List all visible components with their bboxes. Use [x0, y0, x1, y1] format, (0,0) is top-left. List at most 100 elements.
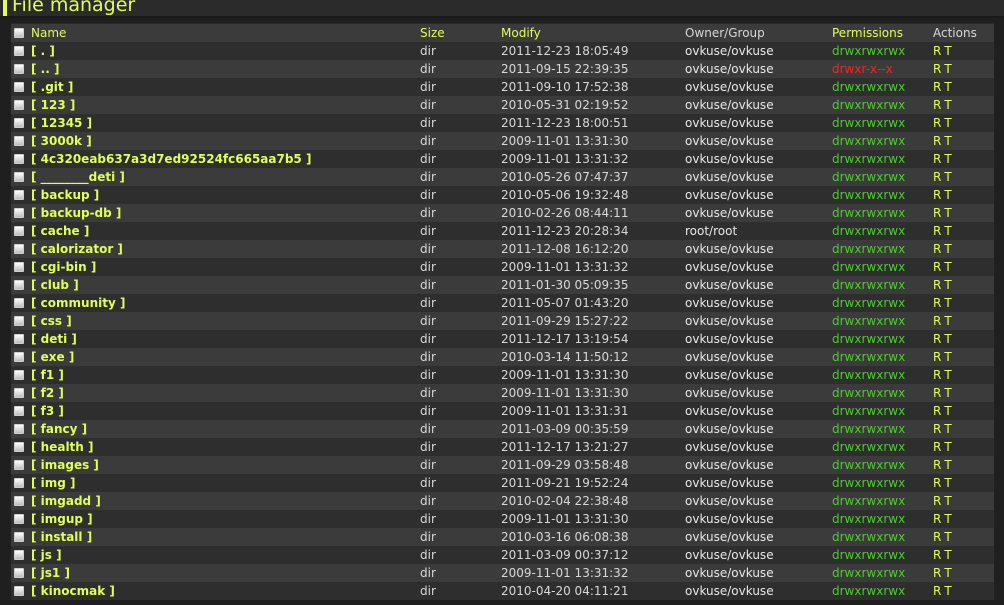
rename-action-link[interactable]: R [933, 224, 941, 238]
touch-action-link[interactable]: T [944, 368, 951, 382]
folder-name-link[interactable]: [ 12345 ] [31, 116, 92, 130]
column-header-modify[interactable]: Modify [501, 24, 681, 42]
row-checkbox-icon[interactable] [14, 460, 24, 470]
permissions-link[interactable]: drwxrwxrwx [832, 98, 905, 112]
rename-action-link[interactable]: R [933, 296, 941, 310]
touch-action-link[interactable]: T [944, 458, 951, 472]
permissions-link[interactable]: drwxrwxrwx [832, 332, 905, 346]
rename-action-link[interactable]: R [933, 476, 941, 490]
permissions-link[interactable]: drwxrwxrwx [832, 80, 905, 94]
row-checkbox-icon[interactable] [14, 64, 24, 74]
touch-action-link[interactable]: T [944, 80, 951, 94]
touch-action-link[interactable]: T [944, 296, 951, 310]
folder-name-link[interactable]: [ f1 ] [31, 368, 64, 382]
rename-action-link[interactable]: R [933, 404, 941, 418]
row-checkbox-icon[interactable] [14, 568, 24, 578]
folder-name-link[interactable]: [ backup ] [31, 188, 99, 202]
permissions-link[interactable]: drwxrwxrwx [832, 404, 905, 418]
folder-name-link[interactable]: [ . ] [31, 44, 55, 58]
touch-action-link[interactable]: T [944, 44, 951, 58]
folder-name-link[interactable]: [ .git ] [31, 80, 73, 94]
row-checkbox-icon[interactable] [14, 478, 24, 488]
rename-action-link[interactable]: R [933, 512, 941, 526]
rename-action-link[interactable]: R [933, 566, 941, 580]
rename-action-link[interactable]: R [933, 278, 941, 292]
folder-name-link[interactable]: [ css ] [31, 314, 72, 328]
row-checkbox-icon[interactable] [14, 154, 24, 164]
permissions-link[interactable]: drwxrwxrwx [832, 350, 905, 364]
rename-action-link[interactable]: R [933, 188, 941, 202]
touch-action-link[interactable]: T [944, 314, 951, 328]
folder-name-link[interactable]: [ f2 ] [31, 386, 64, 400]
folder-name-link[interactable]: [ ________deti ] [31, 170, 125, 184]
folder-name-link[interactable]: [ js1 ] [31, 566, 70, 580]
row-checkbox-icon[interactable] [14, 514, 24, 524]
touch-action-link[interactable]: T [944, 278, 951, 292]
folder-name-link[interactable]: [ fancy ] [31, 422, 87, 436]
permissions-link[interactable]: drwxrwxrwx [832, 584, 905, 598]
touch-action-link[interactable]: T [944, 242, 951, 256]
folder-name-link[interactable]: [ exe ] [31, 350, 74, 364]
touch-action-link[interactable]: T [944, 404, 951, 418]
rename-action-link[interactable]: R [933, 584, 941, 598]
permissions-link[interactable]: drwxrwxrwx [832, 566, 905, 580]
folder-name-link[interactable]: [ .. ] [31, 62, 59, 76]
rename-action-link[interactable]: R [933, 422, 941, 436]
touch-action-link[interactable]: T [944, 386, 951, 400]
folder-name-link[interactable]: [ 3000k ] [31, 134, 92, 148]
touch-action-link[interactable]: T [944, 62, 951, 76]
folder-name-link[interactable]: [ cache ] [31, 224, 89, 238]
touch-action-link[interactable]: T [944, 566, 951, 580]
touch-action-link[interactable]: T [944, 116, 951, 130]
rename-action-link[interactable]: R [933, 44, 941, 58]
folder-name-link[interactable]: [ community ] [31, 296, 125, 310]
permissions-link[interactable]: drwxrwxrwx [832, 476, 905, 490]
rename-action-link[interactable]: R [933, 116, 941, 130]
rename-action-link[interactable]: R [933, 260, 941, 274]
row-checkbox-icon[interactable] [14, 82, 24, 92]
rename-action-link[interactable]: R [933, 80, 941, 94]
touch-action-link[interactable]: T [944, 422, 951, 436]
touch-action-link[interactable]: T [944, 170, 951, 184]
touch-action-link[interactable]: T [944, 548, 951, 562]
permissions-link[interactable]: drwxrwxrwx [832, 494, 905, 508]
touch-action-link[interactable]: T [944, 134, 951, 148]
row-checkbox-icon[interactable] [14, 118, 24, 128]
rename-action-link[interactable]: R [933, 350, 941, 364]
touch-action-link[interactable]: T [944, 152, 951, 166]
row-checkbox-icon[interactable] [14, 100, 24, 110]
permissions-link[interactable]: drwxr-x--x [832, 62, 893, 76]
rename-action-link[interactable]: R [933, 548, 941, 562]
row-checkbox-icon[interactable] [14, 406, 24, 416]
permissions-link[interactable]: drwxrwxrwx [832, 386, 905, 400]
permissions-link[interactable]: drwxrwxrwx [832, 422, 905, 436]
permissions-link[interactable]: drwxrwxrwx [832, 116, 905, 130]
row-checkbox-icon[interactable] [14, 586, 24, 596]
folder-name-link[interactable]: [ img ] [31, 476, 76, 490]
permissions-link[interactable]: drwxrwxrwx [832, 278, 905, 292]
permissions-link[interactable]: drwxrwxrwx [832, 224, 905, 238]
folder-name-link[interactable]: [ deti ] [31, 332, 77, 346]
touch-action-link[interactable]: T [944, 530, 951, 544]
permissions-link[interactable]: drwxrwxrwx [832, 530, 905, 544]
row-checkbox-icon[interactable] [14, 280, 24, 290]
row-checkbox-icon[interactable] [14, 352, 24, 362]
row-checkbox-icon[interactable] [14, 298, 24, 308]
permissions-link[interactable]: drwxrwxrwx [832, 260, 905, 274]
permissions-link[interactable]: drwxrwxrwx [832, 152, 905, 166]
row-checkbox-icon[interactable] [14, 388, 24, 398]
row-checkbox-icon[interactable] [14, 550, 24, 560]
permissions-link[interactable]: drwxrwxrwx [832, 188, 905, 202]
folder-name-link[interactable]: [ 123 ] [31, 98, 75, 112]
folder-name-link[interactable]: [ kinocmak ] [31, 584, 115, 598]
folder-name-link[interactable]: [ 4c320eab637a3d7ed92524fc665aa7b5 ] [31, 152, 311, 166]
folder-name-link[interactable]: [ f3 ] [31, 404, 64, 418]
folder-name-link[interactable]: [ install ] [31, 530, 92, 544]
row-checkbox-icon[interactable] [14, 208, 24, 218]
folder-name-link[interactable]: [ cgi-bin ] [31, 260, 96, 274]
row-checkbox-icon[interactable] [14, 370, 24, 380]
row-checkbox-icon[interactable] [14, 172, 24, 182]
touch-action-link[interactable]: T [944, 224, 951, 238]
permissions-link[interactable]: drwxrwxrwx [832, 134, 905, 148]
permissions-link[interactable]: drwxrwxrwx [832, 548, 905, 562]
